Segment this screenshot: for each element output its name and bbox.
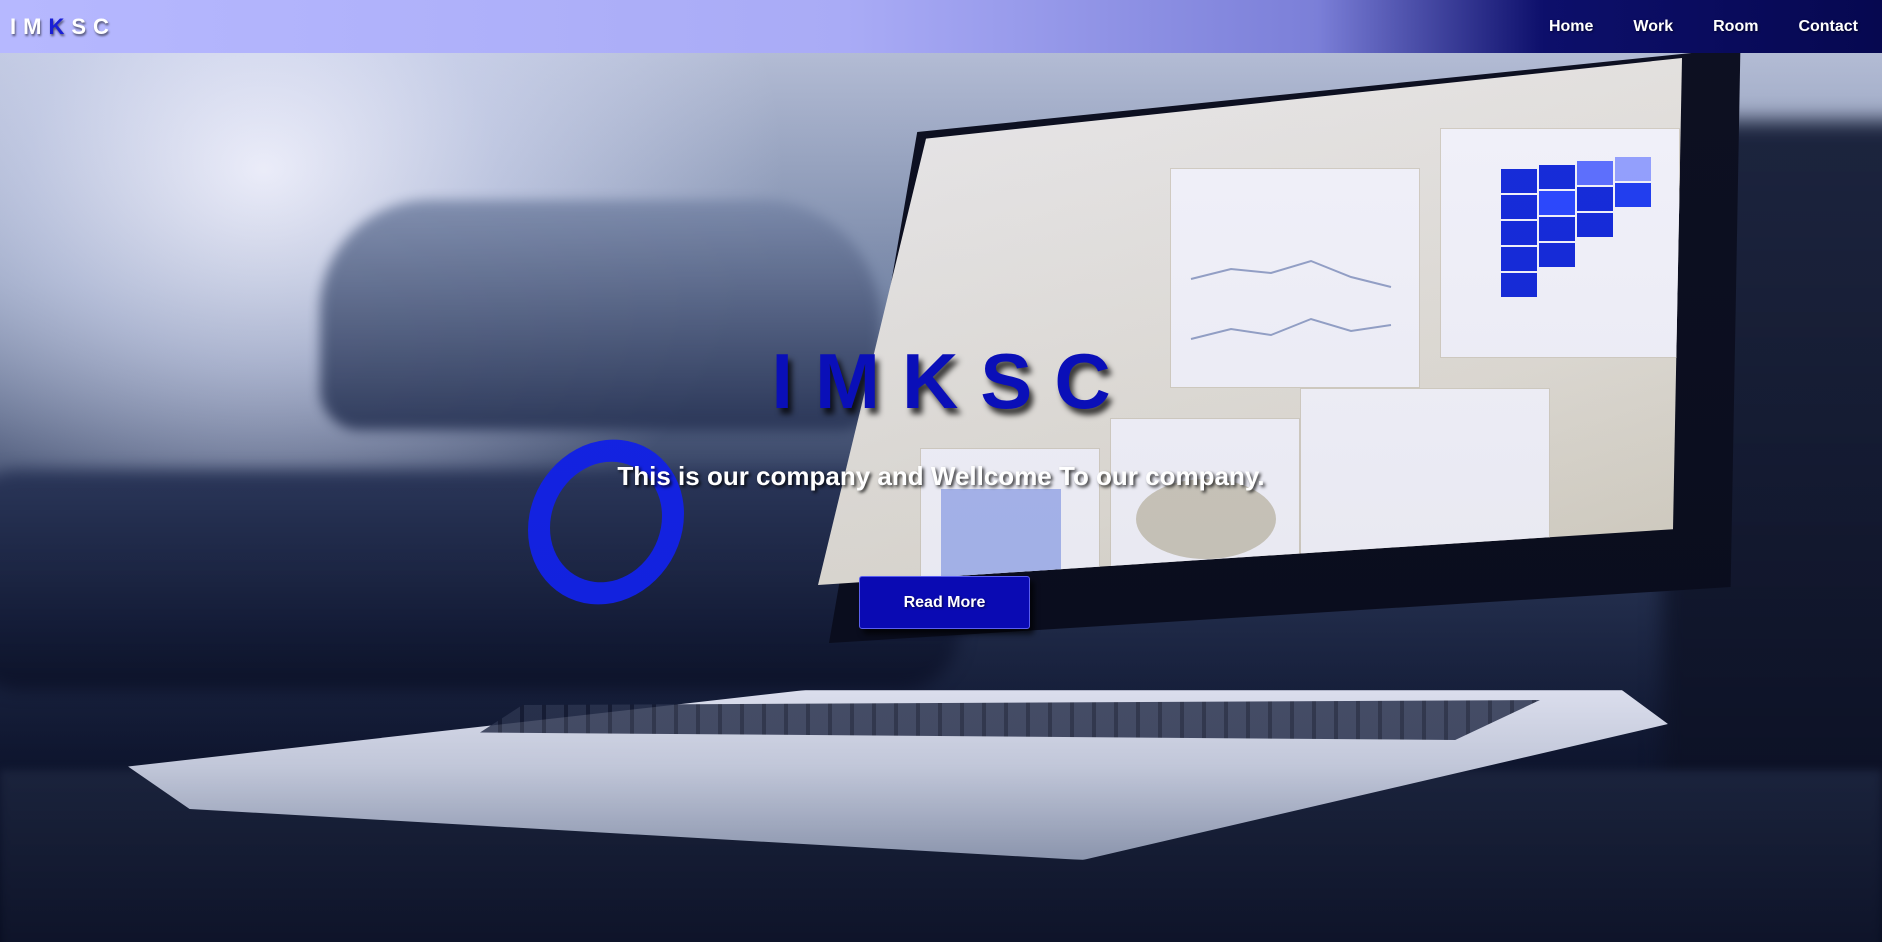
- nav-link-home[interactable]: Home: [1549, 18, 1593, 36]
- nav-link-work[interactable]: Work: [1633, 18, 1673, 36]
- brand-letter-accent: K: [48, 13, 72, 39]
- hero-title: IMKSC: [771, 337, 1133, 425]
- nav-links: Home Work Room Contact: [1509, 18, 1858, 36]
- brand-logo[interactable]: IMKSC: [10, 14, 116, 40]
- hero-subtitle: This is our company and Wellcome To our …: [617, 461, 1265, 491]
- brand-letters-end: SC: [71, 13, 116, 39]
- nav-link-room[interactable]: Room: [1713, 18, 1758, 36]
- top-navbar: IMKSC Home Work Room Contact: [0, 0, 1882, 53]
- brand-letters-start: IM: [10, 13, 49, 39]
- hero-section: IMKSC Home Work Room Contact IMKSC This …: [0, 0, 1882, 942]
- nav-link-contact[interactable]: Contact: [1798, 18, 1858, 36]
- read-more-button[interactable]: Read More: [859, 576, 1030, 629]
